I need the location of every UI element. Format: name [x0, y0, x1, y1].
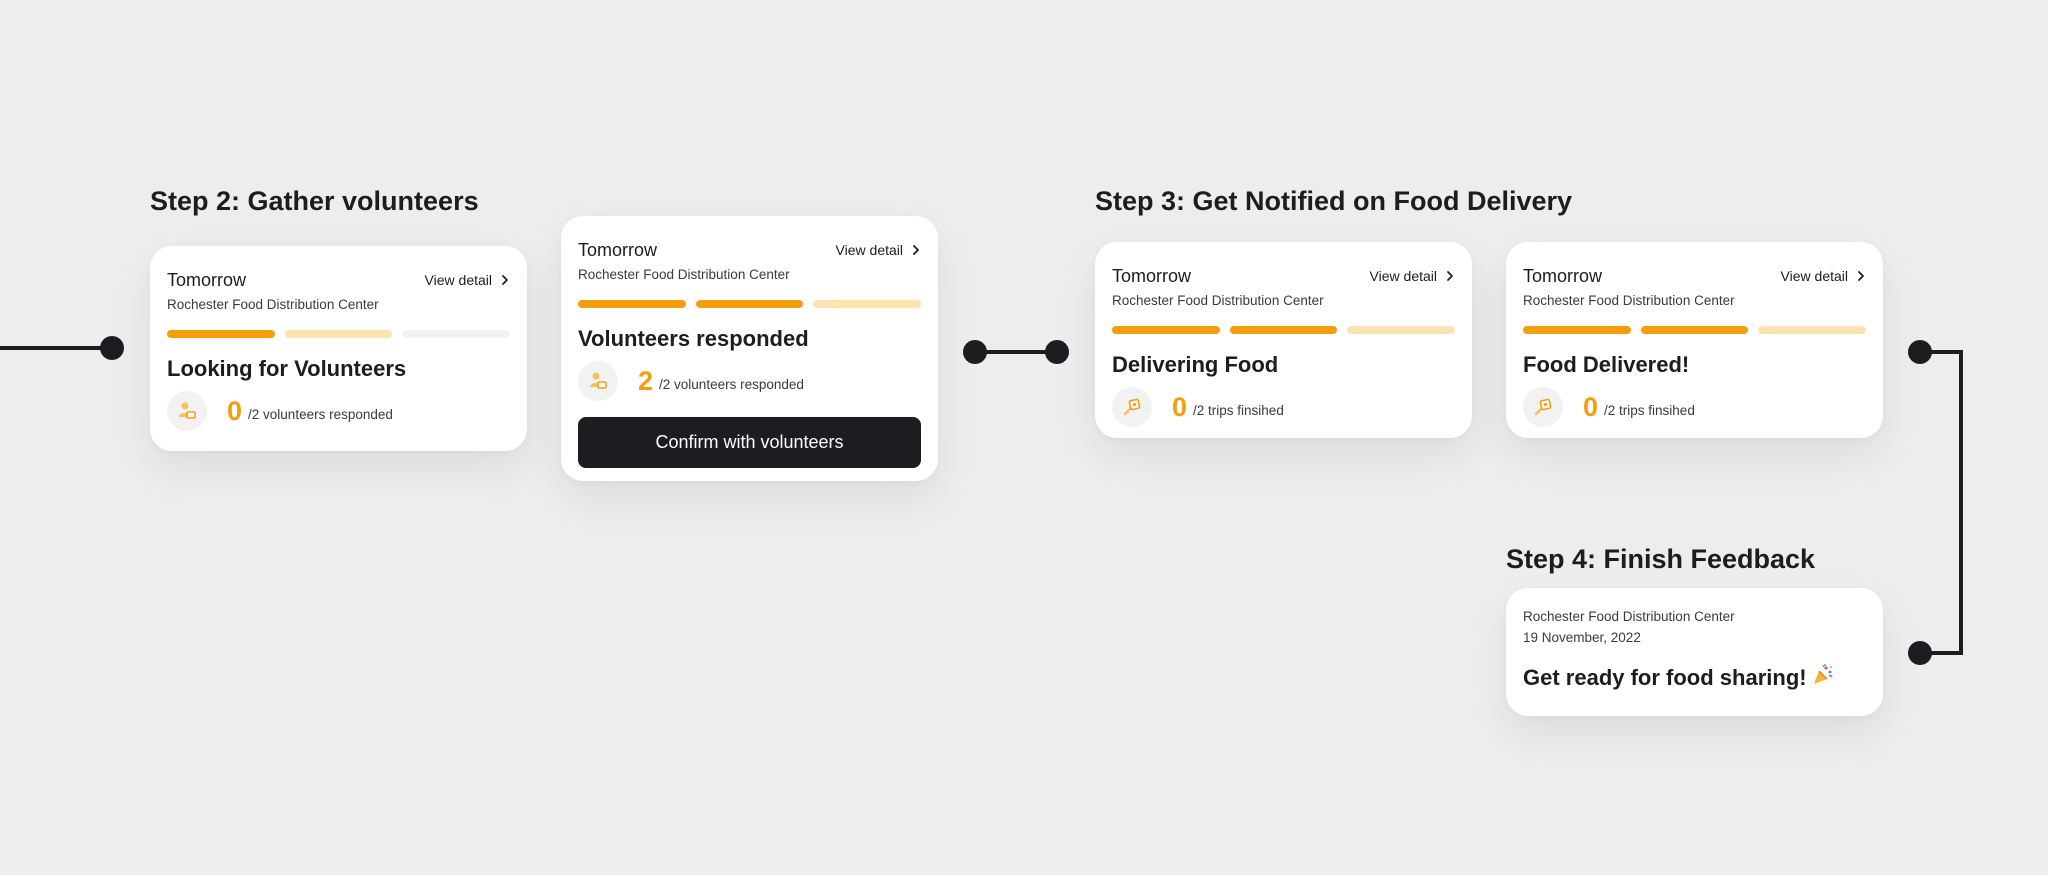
- volunteer-stat: 0 /2 volunteers responded: [167, 391, 510, 431]
- status-title: Volunteers responded: [578, 326, 809, 351]
- responded-count: 0: [227, 396, 243, 426]
- step-3-heading: Step 3: Get Notified on Food Delivery: [1095, 186, 1573, 216]
- progress-segment: [1229, 326, 1338, 334]
- connector-dot: [100, 336, 124, 360]
- card-date-label: Tomorrow: [1112, 265, 1192, 286]
- progress-bar: [167, 330, 511, 338]
- progress-segment: [578, 300, 686, 308]
- card-delivering-food[interactable]: Tomorrow View detail Rochester Food Dist…: [1095, 242, 1472, 438]
- party-popper-icon: [1811, 663, 1835, 693]
- trip-count: 0: [1172, 392, 1188, 422]
- location-label: Rochester Food Distribution Center: [1523, 293, 1735, 308]
- card-date-label: Tomorrow: [578, 239, 658, 260]
- location-label: Rochester Food Distribution Center: [167, 297, 379, 312]
- view-detail-label: View detail: [835, 242, 903, 258]
- view-detail-label: View detail: [1369, 268, 1437, 284]
- volunteer-stat: 2 /2 volunteers responded: [578, 361, 921, 401]
- feedback-title: Get ready for food sharing!: [1523, 663, 1866, 693]
- responded-total: /2 volunteers responded: [659, 376, 804, 392]
- trip-total: /2 trips finsihed: [1604, 402, 1695, 418]
- progress-bar: [1112, 326, 1456, 334]
- step-4-heading: Step 4: Finish Feedback: [1506, 544, 1816, 574]
- connector-dot: [1908, 641, 1932, 665]
- chevron-right-icon: [500, 274, 510, 286]
- trip-count: 0: [1583, 392, 1599, 422]
- view-detail-link[interactable]: View detail: [425, 272, 510, 288]
- chevron-right-icon: [1856, 270, 1866, 282]
- status-title: Food Delivered!: [1523, 352, 1690, 377]
- connector-dot: [1908, 340, 1932, 364]
- status-title: Looking for Volunteers: [167, 356, 407, 381]
- volunteer-icon: [578, 361, 618, 401]
- view-detail-link[interactable]: View detail: [1781, 268, 1866, 284]
- progress-segment: [167, 330, 275, 338]
- delivery-icon: [1523, 387, 1563, 427]
- progress-segment: [1640, 326, 1749, 334]
- view-detail-link[interactable]: View detail: [836, 242, 921, 258]
- location-label: Rochester Food Distribution Center: [578, 267, 790, 282]
- view-detail-label: View detail: [424, 272, 492, 288]
- progress-segment: [1523, 326, 1631, 334]
- location-label: Rochester Food Distribution Center: [1112, 293, 1324, 308]
- connector-dot: [963, 340, 987, 364]
- progress-segment: [813, 300, 922, 308]
- card-date-label: Tomorrow: [167, 269, 247, 290]
- view-detail-link[interactable]: View detail: [1370, 268, 1455, 284]
- card-date-label: Tomorrow: [1523, 265, 1603, 286]
- chevron-right-icon: [911, 244, 921, 256]
- volunteer-icon: [167, 391, 207, 431]
- status-title: Delivering Food: [1112, 352, 1279, 377]
- progress-segment: [1347, 326, 1456, 334]
- trip-total: /2 trips finsihed: [1193, 402, 1284, 418]
- responded-total: /2 volunteers responded: [248, 406, 393, 422]
- progress-segment: [284, 330, 393, 338]
- connector-dot: [1045, 340, 1069, 364]
- location-label: Rochester Food Distribution Center: [1523, 609, 1735, 624]
- card-volunteers-responded[interactable]: Tomorrow View detail Rochester Food Dist…: [561, 216, 938, 481]
- connector-line-out: [1920, 350, 1963, 655]
- confirm-with-volunteers-button[interactable]: Confirm with volunteers: [578, 417, 921, 468]
- delivery-icon: [1112, 387, 1152, 427]
- progress-segment: [695, 300, 804, 308]
- progress-bar: [578, 300, 922, 308]
- card-finish-feedback[interactable]: Rochester Food Distribution Center 19 No…: [1506, 588, 1883, 716]
- progress-segment: [402, 330, 511, 338]
- feedback-title-text: Get ready for food sharing!: [1523, 665, 1807, 690]
- view-detail-label: View detail: [1780, 268, 1848, 284]
- progress-bar: [1523, 326, 1867, 334]
- trip-stat: 0 /2 trips finsihed: [1112, 387, 1455, 427]
- progress-segment: [1758, 326, 1867, 334]
- trip-stat: 0 /2 trips finsihed: [1523, 387, 1866, 427]
- responded-count: 2: [638, 366, 654, 396]
- feedback-date: 19 November, 2022: [1523, 630, 1641, 645]
- progress-segment: [1112, 326, 1220, 334]
- card-food-delivered[interactable]: Tomorrow View detail Rochester Food Dist…: [1506, 242, 1883, 438]
- step-2-heading: Step 2: Gather volunteers: [150, 186, 479, 216]
- card-looking-for-volunteers[interactable]: Tomorrow View detail Rochester Food Dist…: [150, 246, 527, 451]
- chevron-right-icon: [1445, 270, 1455, 282]
